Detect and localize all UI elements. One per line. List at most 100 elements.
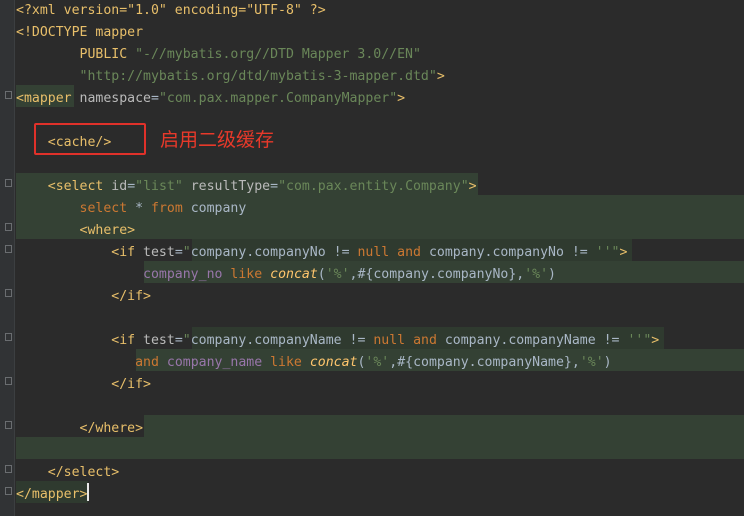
code-line[interactable]: <if test="company.companyName != null an… — [16, 330, 659, 352]
code-token: ''" — [627, 333, 652, 348]
code-token: and — [135, 355, 159, 370]
fold-where-end-icon[interactable] — [5, 421, 12, 429]
code-token: company.companyName != — [436, 333, 628, 348]
code-token: <if — [111, 245, 144, 260]
code-token: like — [270, 355, 302, 370]
code-token: '%' — [325, 267, 350, 282]
code-token: > — [619, 245, 628, 260]
code-token: = — [174, 333, 183, 348]
code-line[interactable]: select * from company — [16, 198, 247, 220]
code-line[interactable]: <select id="list" resultType="com.pax.en… — [16, 176, 477, 198]
editor-gutter[interactable] — [0, 0, 14, 516]
code-token: </if> — [111, 289, 151, 304]
code-line[interactable]: </where> — [16, 418, 144, 440]
code-token: > — [468, 179, 477, 194]
code-line[interactable]: </if> — [16, 286, 151, 308]
code-line[interactable]: <!DOCTYPE mapper — [16, 22, 143, 44]
code-token: </where> — [79, 421, 144, 436]
code-line[interactable]: </mapper> — [16, 484, 87, 506]
code-line[interactable]: </select> — [16, 462, 119, 484]
code-token: = — [174, 245, 183, 260]
code-token: "com.pax.entity.Company" — [278, 179, 469, 194]
fold-if-icon[interactable] — [5, 333, 12, 341]
sql-region-highlight — [144, 415, 744, 437]
code-token: '%' — [579, 355, 604, 370]
code-token: concat — [270, 267, 318, 282]
code-token: > — [436, 69, 445, 84]
code-token: </if> — [111, 377, 151, 392]
code-token: <if — [111, 333, 144, 348]
code-token: "com.pax.mapper.CompanyMapper" — [158, 91, 398, 106]
code-token: from — [151, 201, 183, 216]
code-token: namespace — [79, 91, 151, 106]
code-token: '%' — [524, 267, 549, 282]
code-token: company.companyName != — [190, 333, 374, 348]
code-token: company.companyNo != — [421, 245, 596, 260]
code-token: <?xml version="1.0" encoding="UTF-8" ?> — [16, 3, 326, 18]
code-token: ''" — [595, 245, 620, 260]
annotation-highlight-box — [34, 123, 146, 155]
code-token: "http://mybatis.org/dtd/mybatis-3-mapper… — [79, 69, 437, 84]
code-line[interactable]: PUBLIC "-//mybatis.org//DTD Mapper 3.0//… — [16, 44, 421, 66]
code-line[interactable]: <where> — [16, 220, 136, 242]
code-token: <where> — [79, 223, 136, 238]
code-token: like — [230, 267, 263, 282]
code-token: resultType — [190, 179, 271, 194]
code-line[interactable]: company_no like concat('%',#{company.com… — [16, 264, 556, 286]
code-token: > — [397, 91, 406, 106]
code-line[interactable]: <?xml version="1.0" encoding="UTF-8" ?> — [16, 0, 326, 22]
code-token: select — [79, 201, 128, 216]
fold-select-icon[interactable] — [5, 179, 12, 187]
code-line[interactable]: </if> — [16, 374, 151, 396]
fold-if-end-icon[interactable] — [5, 377, 12, 385]
fold-if-icon[interactable] — [5, 245, 12, 253]
code-token: and — [413, 333, 437, 348]
code-token: ( — [317, 267, 326, 282]
code-token: * — [127, 201, 151, 216]
code-line[interactable]: <if test="company.companyNo != null and … — [16, 242, 627, 264]
code-token: ) — [548, 267, 556, 282]
code-token: id — [111, 179, 128, 194]
code-token: PUBLIC — [79, 47, 136, 62]
annotation-label: 启用二级缓存 — [160, 129, 275, 151]
code-line[interactable]: and company_name like concat('%',#{compa… — [16, 352, 612, 374]
code-token: null — [357, 245, 390, 260]
code-token: <!DOCTYPE mapper — [16, 25, 144, 40]
code-token: <mapper — [16, 91, 80, 106]
fold-mapper-icon[interactable] — [5, 91, 12, 99]
code-token: </mapper> — [16, 487, 88, 502]
code-token: company_name — [166, 355, 263, 370]
code-token: company_no — [143, 267, 223, 282]
code-token: ) — [603, 355, 612, 370]
code-editor[interactable]: <?xml version="1.0" encoding="UTF-8" ?> <… — [0, 0, 744, 516]
fold-select-end-icon[interactable] — [5, 465, 12, 473]
code-line[interactable]: <mapper namespace="com.pax.mapper.Compan… — [16, 88, 405, 110]
fold-mapper-end-icon[interactable] — [5, 487, 12, 495]
code-token: company — [182, 201, 247, 216]
code-token: " — [182, 245, 191, 260]
fold-where-icon[interactable] — [5, 223, 12, 231]
code-token: "-//mybatis.org//DTD Mapper 3.0//EN" — [135, 47, 421, 62]
code-token: null — [373, 333, 406, 348]
code-line[interactable]: "http://mybatis.org/dtd/mybatis-3-mapper… — [16, 66, 445, 88]
code-token: > — [651, 333, 660, 348]
code-token: test — [143, 333, 175, 348]
code-token: = — [270, 179, 279, 194]
code-token: company.companyNo != — [190, 245, 358, 260]
fold-if-end-icon[interactable] — [5, 289, 12, 297]
code-token: test — [143, 245, 175, 260]
code-token: ,#{company.companyNo}, — [349, 267, 525, 282]
